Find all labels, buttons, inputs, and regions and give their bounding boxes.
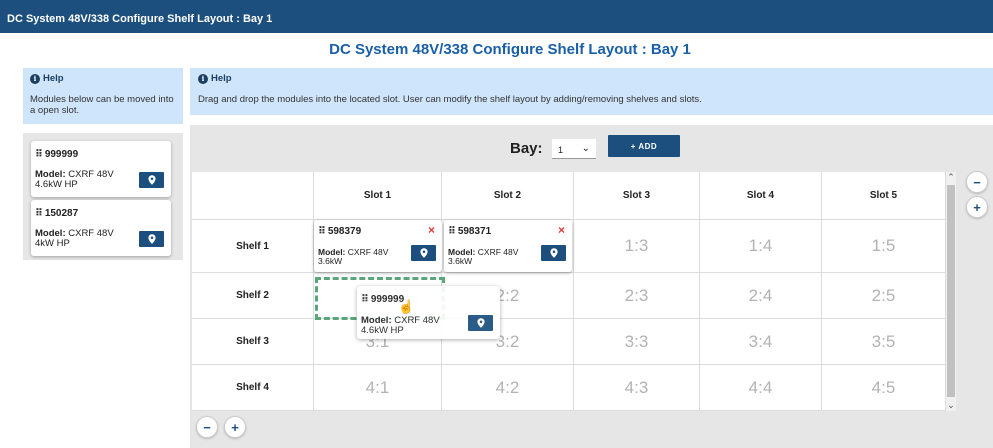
locate-button[interactable]: [411, 245, 436, 261]
slot-4-5[interactable]: 4:5: [822, 365, 946, 411]
drag-handle-icon[interactable]: ⠿: [318, 226, 326, 237]
slot-4-2[interactable]: 4:2: [442, 365, 574, 411]
slot-3-5[interactable]: 3:5: [822, 319, 946, 365]
page-title: DC System 48V/338 Configure Shelf Layout…: [329, 41, 691, 58]
module-id-label: 150287: [44, 208, 79, 219]
drag-handle-icon[interactable]: ⠿: [361, 294, 369, 305]
module-id-label: 999999: [44, 149, 79, 160]
slot-3-3[interactable]: 3:3: [574, 319, 700, 365]
left-help-text: Modules below can be moved into a open s…: [30, 94, 174, 116]
location-pin-icon: [147, 234, 156, 244]
bay-select[interactable]: 1 ⌄: [552, 139, 596, 159]
available-modules-panel: ⠿ 999999 Model: CXRF 48V 4.6kW HP ⠿ 1502…: [23, 133, 183, 260]
locate-button[interactable]: [468, 315, 493, 331]
slot-4-4[interactable]: 4:4: [700, 365, 822, 411]
slot-4-3[interactable]: 4:3: [574, 365, 700, 411]
shelf-grid: Slot 1 Slot 2 Slot 3 Slot 4 Slot 5 Shelf…: [192, 172, 946, 411]
placed-module-card[interactable]: ⠿ 598379 × Model: CXRF 48V 3.6kW: [314, 220, 442, 272]
drag-handle-icon[interactable]: ⠿: [448, 226, 456, 237]
grid-scrollbar[interactable]: ⌃ ⌄: [946, 172, 956, 411]
bay-label: Bay:: [510, 140, 543, 157]
scrollbar-thumb[interactable]: [947, 185, 955, 397]
module-id-label: 598371: [457, 226, 492, 237]
slot-1-5[interactable]: 1:5: [822, 220, 946, 273]
slot-1-4[interactable]: 1:4: [700, 220, 822, 273]
window-title-bar: DC System 48V/338 Configure Shelf Layout…: [0, 0, 993, 33]
module-model: Model: CXRF 48V 3.6kW: [318, 248, 398, 266]
locate-button[interactable]: [139, 172, 164, 188]
module-id-label: 598379: [327, 226, 362, 237]
location-pin-icon: [419, 248, 428, 258]
info-icon: i: [30, 73, 40, 84]
slot-1-3[interactable]: 1:3: [574, 220, 700, 273]
location-pin-icon: [476, 318, 485, 328]
column-header-slot-5: Slot 5: [822, 172, 946, 220]
info-icon: i: [198, 73, 208, 84]
module-model: Model: CXRF 48V 4kW HP: [35, 229, 130, 249]
drag-handle-icon[interactable]: ⠿: [35, 149, 43, 160]
column-header-slot-2: Slot 2: [442, 172, 574, 220]
chevron-down-icon: ⌄: [581, 143, 590, 154]
locate-button[interactable]: [541, 245, 566, 261]
module-id: ⠿ 598371: [448, 226, 491, 237]
remove-shelf-button[interactable]: −: [196, 416, 218, 438]
row-header-shelf-2: Shelf 2: [192, 273, 314, 319]
window-title: DC System 48V/338 Configure Shelf Layout…: [7, 13, 273, 25]
module-card[interactable]: ⠿ 999999 Model: CXRF 48V 4.6kW HP: [31, 141, 171, 197]
remove-slot-button[interactable]: −: [966, 171, 988, 193]
shelf-layout-panel: Bay: 1 ⌄ + ADD Slot 1 Slot 2 Slot 3 Slot…: [190, 125, 993, 448]
grab-cursor-icon: ☝: [398, 299, 415, 314]
module-id: ⠿ 999999: [35, 149, 78, 160]
bay-select-value: 1: [558, 145, 564, 155]
add-bay-button[interactable]: + ADD: [608, 135, 680, 157]
slot-2-5[interactable]: 2:5: [822, 273, 946, 319]
left-help-heading: i Help: [30, 73, 176, 84]
grid-corner: [192, 172, 314, 220]
drag-handle-icon[interactable]: ⠿: [35, 208, 43, 219]
column-header-slot-1: Slot 1: [314, 172, 442, 220]
remove-icon[interactable]: ×: [558, 223, 565, 237]
placed-module-card[interactable]: ⠿ 598371 × Model: CXRF 48V 3.6kW: [444, 220, 572, 272]
main-help-text: Drag and drop the modules into the locat…: [198, 94, 702, 105]
slot-3-4[interactable]: 3:4: [700, 319, 822, 365]
row-header-shelf-1: Shelf 1: [192, 220, 314, 273]
module-model: Model: CXRF 48V 4.6kW HP: [361, 316, 461, 336]
slot-4-1[interactable]: 4:1: [314, 365, 442, 411]
location-pin-icon: [147, 175, 156, 185]
slot-1-2[interactable]: ⠿ 598371 × Model: CXRF 48V 3.6kW: [442, 220, 574, 273]
main-help-heading: i Help: [198, 73, 985, 84]
module-model: Model: CXRF 48V 3.6kW: [448, 248, 528, 266]
module-id: ⠿ 150287: [35, 208, 78, 219]
column-header-slot-4: Slot 4: [700, 172, 822, 220]
main-help-box: i Help Drag and drop the modules into th…: [190, 68, 993, 115]
slot-1-1[interactable]: ⠿ 598379 × Model: CXRF 48V 3.6kW: [314, 220, 442, 273]
module-id: ⠿ 598379: [318, 226, 361, 237]
left-help-heading-label: Help: [43, 73, 64, 84]
row-header-shelf-4: Shelf 4: [192, 365, 314, 411]
dragging-module-card[interactable]: ⠿ 999999 Model: CXRF 48V 4.6kW HP: [357, 286, 500, 339]
module-card[interactable]: ⠿ 150287 Model: CXRF 48V 4kW HP: [31, 200, 171, 256]
column-header-slot-3: Slot 3: [574, 172, 700, 220]
remove-icon[interactable]: ×: [428, 223, 435, 237]
module-model: Model: CXRF 48V 4.6kW HP: [35, 170, 130, 190]
add-slot-button[interactable]: +: [966, 196, 988, 218]
main-help-heading-label: Help: [211, 73, 232, 84]
slot-2-3[interactable]: 2:3: [574, 273, 700, 319]
left-help-box: i Help Modules below can be moved into a…: [23, 68, 183, 124]
location-pin-icon: [549, 248, 558, 258]
locate-button[interactable]: [139, 231, 164, 247]
scroll-down-icon[interactable]: ⌄: [946, 400, 956, 411]
row-header-shelf-3: Shelf 3: [192, 319, 314, 365]
scroll-up-icon[interactable]: ⌃: [946, 172, 956, 183]
add-shelf-button[interactable]: +: [224, 416, 246, 438]
slot-2-4[interactable]: 2:4: [700, 273, 822, 319]
